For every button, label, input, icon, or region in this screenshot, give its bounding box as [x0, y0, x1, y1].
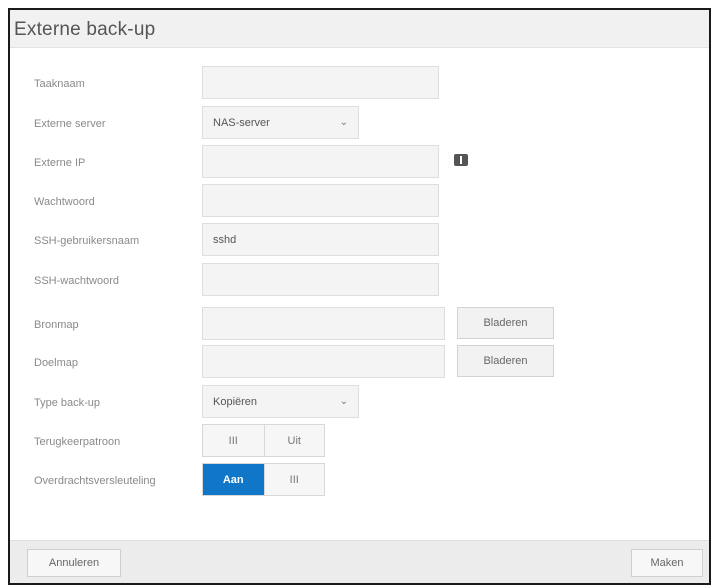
source-folder-row: Bronmap Bladeren — [10, 307, 709, 343]
ssh-password-input[interactable] — [202, 263, 439, 296]
task-name-input[interactable] — [202, 66, 439, 99]
ssh-password-label: SSH-wachtwoord — [34, 275, 119, 287]
task-name-label: Taaknaam — [34, 78, 85, 90]
remote-server-label: Externe server — [34, 118, 106, 130]
restore-toggle[interactable]: III Uit — [202, 424, 325, 457]
remote-server-value: NAS-server — [213, 116, 270, 129]
external-backup-dialog: Externe back-up Taaknaam Externe server … — [8, 8, 711, 585]
transfer-toggle-off[interactable]: III — [263, 464, 324, 495]
remote-ip-label: Externe IP — [34, 157, 86, 169]
backup-type-value: Kopiëren — [213, 395, 258, 408]
remote-server-select[interactable]: NAS-server ⌄ — [202, 106, 359, 139]
source-folder-input[interactable] — [202, 307, 445, 340]
ssh-password-row: SSH-wachtwoord — [10, 263, 709, 299]
transfer-encryption-label: Overdrachtsversleuteling — [34, 475, 156, 487]
dest-browse-button[interactable]: Bladeren — [457, 345, 554, 377]
restore-toggle-on[interactable]: III — [203, 425, 264, 456]
create-button[interactable]: Maken — [631, 549, 703, 577]
ssh-username-row: SSH-gebruikersnaam — [10, 223, 709, 259]
ssh-username-label: SSH-gebruikersnaam — [34, 235, 140, 247]
dest-folder-label: Doelmap — [34, 357, 79, 369]
dialog-footer: Annuleren Maken — [10, 540, 709, 583]
info-icon[interactable] — [454, 154, 468, 166]
ssh-username-input[interactable] — [202, 223, 439, 256]
transfer-encryption-toggle[interactable]: Aan III — [202, 463, 325, 496]
source-folder-label: Bronmap — [34, 319, 79, 331]
restore-toggle-off[interactable]: Uit — [263, 425, 324, 456]
transfer-toggle-on[interactable]: Aan — [203, 464, 264, 495]
task-name-row: Taaknaam — [10, 66, 709, 102]
password-input[interactable] — [202, 184, 439, 217]
backup-type-select[interactable]: Kopiëren ⌄ — [202, 385, 359, 418]
chevron-down-icon: ⌄ — [339, 396, 348, 407]
backup-type-label: Type back-up — [34, 397, 101, 409]
password-row: Wachtwoord — [10, 184, 709, 220]
cancel-button[interactable]: Annuleren — [27, 549, 121, 577]
transfer-encryption-row: Overdrachtsversleuteling Aan III — [10, 463, 709, 499]
restore-row: Terugkeerpatroon III Uit — [10, 424, 709, 460]
backup-type-row: Type back-up Kopiëren ⌄ — [10, 385, 709, 421]
password-label: Wachtwoord — [34, 196, 95, 208]
remote-ip-input[interactable] — [202, 145, 439, 178]
chevron-down-icon: ⌄ — [339, 117, 348, 128]
dialog-title: Externe back-up — [14, 19, 156, 40]
dest-folder-row: Doelmap Bladeren — [10, 345, 709, 381]
dest-folder-input[interactable] — [202, 345, 445, 378]
remote-server-row: Externe server NAS-server ⌄ — [10, 106, 709, 142]
dialog-titlebar: Externe back-up — [10, 10, 709, 48]
restore-label: Terugkeerpatroon — [34, 436, 121, 448]
remote-ip-row: Externe IP — [10, 145, 709, 181]
source-browse-button[interactable]: Bladeren — [457, 307, 554, 339]
